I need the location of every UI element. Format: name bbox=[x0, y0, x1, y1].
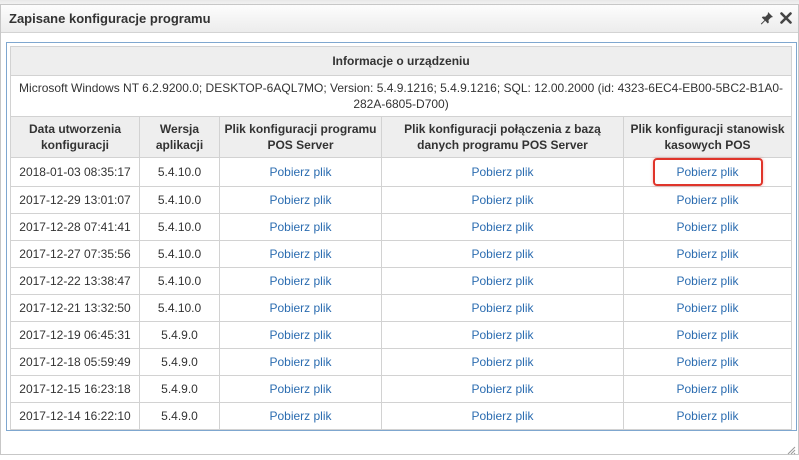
table-row: 2017-12-19 06:45:31 5.4.9.0 Pobierz plik… bbox=[10, 321, 793, 349]
column-header-pos-server-config: Plik konfiguracji programu POS Server bbox=[219, 116, 382, 158]
cell-version: 5.4.10.0 bbox=[139, 267, 220, 295]
cell-date: 2017-12-28 07:41:41 bbox=[10, 213, 140, 241]
content-panel: Informacje o urządzeniu Microsoft Window… bbox=[6, 42, 797, 431]
download-pos-server-config-link[interactable]: Pobierz plik bbox=[269, 165, 331, 179]
table-row: 2017-12-21 13:32:50 5.4.10.0 Pobierz pli… bbox=[10, 294, 793, 322]
download-pos-stations-config-link[interactable]: Pobierz plik bbox=[677, 301, 739, 315]
download-pos-server-config-link[interactable]: Pobierz plik bbox=[269, 409, 331, 423]
table-row: 2017-12-27 07:35:56 5.4.10.0 Pobierz pli… bbox=[10, 240, 793, 268]
column-header-version: Wersja aplikacji bbox=[139, 116, 220, 158]
table-row: 2017-12-22 13:38:47 5.4.10.0 Pobierz pli… bbox=[10, 267, 793, 295]
download-db-connection-config-link[interactable]: Pobierz plik bbox=[471, 165, 533, 179]
column-header-pos-stations-config: Plik konfiguracji stanowisk kasowych POS bbox=[622, 116, 793, 158]
download-db-connection-config-link[interactable]: Pobierz plik bbox=[471, 328, 533, 342]
download-pos-server-config-link[interactable]: Pobierz plik bbox=[269, 274, 331, 288]
cell-date: 2018-01-03 08:35:17 bbox=[10, 157, 140, 187]
column-header-db-connection-config: Plik konfiguracji połączenia z bazą dany… bbox=[381, 116, 624, 158]
download-db-connection-config-link[interactable]: Pobierz plik bbox=[471, 301, 533, 315]
download-pos-stations-config-link[interactable]: Pobierz plik bbox=[677, 409, 739, 423]
download-db-connection-config-link[interactable]: Pobierz plik bbox=[471, 220, 533, 234]
cell-date: 2017-12-22 13:38:47 bbox=[10, 267, 140, 295]
cell-version: 5.4.10.0 bbox=[139, 186, 220, 214]
table-row: 2017-12-15 16:23:18 5.4.9.0 Pobierz plik… bbox=[10, 375, 793, 403]
download-pos-stations-config-link[interactable]: Pobierz plik bbox=[677, 355, 739, 369]
download-pos-server-config-link[interactable]: Pobierz plik bbox=[269, 193, 331, 207]
cell-version: 5.4.9.0 bbox=[139, 402, 220, 430]
resize-grip-icon[interactable] bbox=[786, 442, 796, 455]
download-pos-stations-config-link[interactable]: Pobierz plik bbox=[677, 220, 739, 234]
download-db-connection-config-link[interactable]: Pobierz plik bbox=[471, 382, 533, 396]
device-info-header: Informacje o urządzeniu bbox=[9, 46, 793, 76]
table-row: 2017-12-28 07:41:41 5.4.10.0 Pobierz pli… bbox=[10, 213, 793, 241]
table-row: 2017-12-14 16:22:10 5.4.9.0 Pobierz plik… bbox=[10, 402, 793, 430]
cell-date: 2017-12-29 13:01:07 bbox=[10, 186, 140, 214]
column-header-date: Data utworzenia konfiguracji bbox=[10, 116, 140, 158]
download-db-connection-config-link[interactable]: Pobierz plik bbox=[471, 193, 533, 207]
download-db-connection-config-link[interactable]: Pobierz plik bbox=[471, 274, 533, 288]
download-pos-stations-config-link[interactable]: Pobierz plik bbox=[677, 382, 739, 396]
table-row: 2018-01-03 08:35:17 5.4.10.0 Pobierz pli… bbox=[10, 157, 793, 187]
cell-version: 5.4.10.0 bbox=[139, 294, 220, 322]
cell-date: 2017-12-27 07:35:56 bbox=[10, 240, 140, 268]
cell-date: 2017-12-14 16:22:10 bbox=[10, 402, 140, 430]
download-pos-server-config-link[interactable]: Pobierz plik bbox=[269, 220, 331, 234]
cell-version: 5.4.10.0 bbox=[139, 240, 220, 268]
cell-version: 5.4.9.0 bbox=[139, 348, 220, 376]
download-db-connection-config-link[interactable]: Pobierz plik bbox=[471, 247, 533, 261]
cell-date: 2017-12-19 06:45:31 bbox=[10, 321, 140, 349]
close-icon[interactable] bbox=[778, 10, 794, 26]
download-pos-server-config-link[interactable]: Pobierz plik bbox=[269, 328, 331, 342]
pin-icon[interactable] bbox=[759, 10, 775, 26]
saved-configurations-dialog: Zapisane konfiguracje programu Informacj… bbox=[0, 4, 799, 455]
download-pos-server-config-link[interactable]: Pobierz plik bbox=[269, 382, 331, 396]
dialog-title: Zapisane konfiguracje programu bbox=[9, 11, 211, 26]
download-pos-server-config-link[interactable]: Pobierz plik bbox=[269, 355, 331, 369]
table-row: 2017-12-18 05:59:49 5.4.9.0 Pobierz plik… bbox=[10, 348, 793, 376]
cell-date: 2017-12-21 13:32:50 bbox=[10, 294, 140, 322]
configurations-table: Informacje o urządzeniu Microsoft Window… bbox=[9, 46, 793, 430]
cell-version: 5.4.9.0 bbox=[139, 321, 220, 349]
download-db-connection-config-link[interactable]: Pobierz plik bbox=[471, 409, 533, 423]
cell-version: 5.4.10.0 bbox=[139, 157, 220, 187]
download-pos-stations-config-link[interactable]: Pobierz plik bbox=[677, 193, 739, 207]
download-pos-stations-config-link[interactable]: Pobierz plik bbox=[677, 328, 739, 342]
cell-date: 2017-12-15 16:23:18 bbox=[10, 375, 140, 403]
cell-version: 5.4.9.0 bbox=[139, 375, 220, 403]
download-pos-server-config-link[interactable]: Pobierz plik bbox=[269, 247, 331, 261]
cell-version: 5.4.10.0 bbox=[139, 213, 220, 241]
dialog-titlebar[interactable]: Zapisane konfiguracje programu bbox=[1, 5, 798, 33]
table-row: 2017-12-29 13:01:07 5.4.10.0 Pobierz pli… bbox=[10, 186, 793, 214]
device-info-text: Microsoft Windows NT 6.2.9200.0; DESKTOP… bbox=[9, 75, 793, 117]
download-pos-stations-config-link[interactable]: Pobierz plik bbox=[677, 274, 739, 288]
download-pos-stations-config-link[interactable]: Pobierz plik bbox=[677, 247, 739, 261]
download-pos-stations-config-link-highlighted[interactable]: Pobierz plik bbox=[652, 158, 763, 186]
cell-date: 2017-12-18 05:59:49 bbox=[10, 348, 140, 376]
download-db-connection-config-link[interactable]: Pobierz plik bbox=[471, 355, 533, 369]
download-pos-server-config-link[interactable]: Pobierz plik bbox=[269, 301, 331, 315]
